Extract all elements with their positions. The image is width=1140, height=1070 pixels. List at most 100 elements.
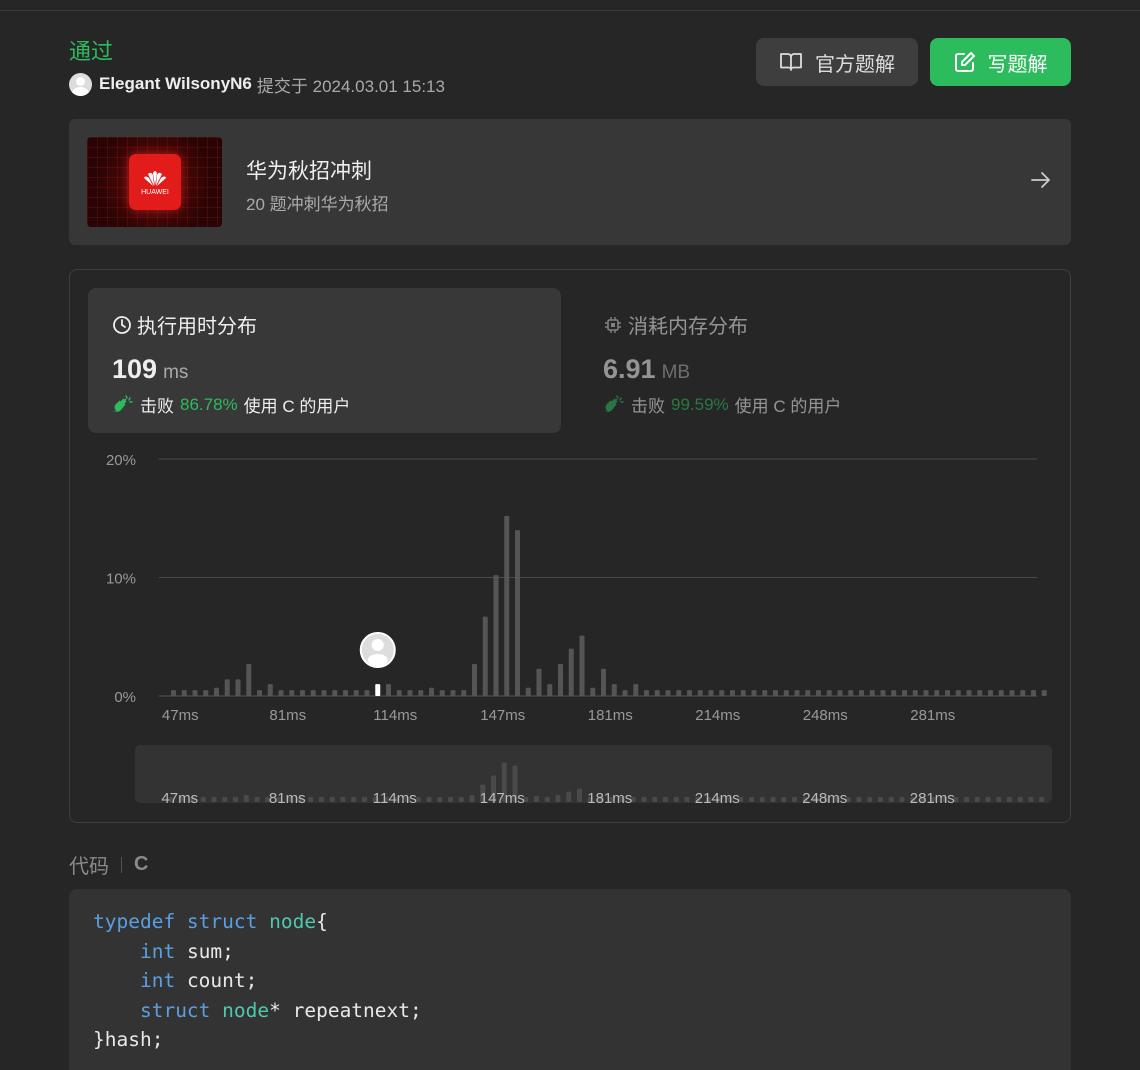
chart-bar[interactable] [611, 684, 617, 696]
chart-bar[interactable] [1009, 690, 1015, 696]
chart-bar[interactable] [353, 690, 359, 696]
chart-bar[interactable] [665, 690, 671, 696]
chart-bar[interactable] [708, 690, 714, 696]
chart-bar[interactable] [558, 664, 563, 696]
chart-bar[interactable] [278, 690, 284, 696]
chart-bar[interactable] [945, 690, 950, 696]
chart-bar[interactable] [590, 687, 596, 696]
chart-bar[interactable] [1020, 690, 1026, 696]
chart-bar[interactable] [579, 635, 585, 696]
chart-bar[interactable] [955, 690, 961, 696]
chart-bar[interactable] [816, 690, 821, 696]
chart-bar[interactable] [246, 664, 252, 696]
chart-bar[interactable] [859, 690, 864, 696]
chart-bar[interactable] [762, 690, 768, 696]
user-avatar-marker[interactable] [359, 632, 396, 668]
chart-bar[interactable] [730, 690, 735, 696]
chart-bar[interactable] [869, 690, 875, 696]
official-solution-button[interactable]: 官方题解 [756, 38, 918, 86]
chart-bar[interactable] [988, 690, 993, 696]
chart-bar[interactable] [805, 690, 811, 696]
chart-bar[interactable] [300, 690, 305, 696]
chart-bar[interactable] [525, 687, 531, 696]
chart-bar[interactable] [418, 690, 424, 696]
chart-bar[interactable] [794, 690, 800, 696]
username-link[interactable]: Elegant WilsonyN6 [99, 74, 252, 94]
chart-bar[interactable] [203, 690, 209, 696]
chart-bar[interactable] [504, 515, 510, 696]
chart-bar[interactable] [482, 616, 488, 696]
chart-bar[interactable] [687, 690, 692, 696]
chart-bar[interactable] [719, 690, 725, 696]
chart-bar[interactable] [783, 690, 789, 696]
chart-bar[interactable] [171, 690, 176, 696]
chart-bar[interactable] [654, 690, 660, 696]
chart-bar[interactable] [224, 679, 230, 696]
chart-bar[interactable] [407, 690, 413, 696]
chart-bar[interactable] [622, 690, 628, 696]
chart-bar[interactable] [536, 668, 542, 696]
chart-bar[interactable] [891, 690, 897, 696]
chart-bar[interactable] [880, 690, 886, 696]
mini-bar [663, 797, 668, 802]
chart-bar[interactable] [676, 690, 682, 696]
chart-bar[interactable] [547, 684, 553, 696]
chart-bar[interactable] [826, 690, 832, 696]
chart-bar[interactable] [912, 690, 918, 696]
chart-bar[interactable] [321, 690, 327, 696]
chart-bar[interactable] [568, 648, 574, 696]
highlight-bar[interactable] [375, 684, 381, 696]
chart-bar[interactable] [461, 690, 467, 696]
chart-bar[interactable] [923, 690, 929, 696]
chart-bar[interactable] [837, 690, 843, 696]
chart-bar[interactable] [181, 690, 187, 696]
mini-bar [200, 797, 206, 802]
chart-bar[interactable] [332, 690, 338, 696]
chart-bar[interactable] [310, 690, 316, 696]
x-tick-label: 281ms [910, 707, 955, 724]
chart-bar[interactable] [343, 690, 348, 696]
mini-bar [426, 797, 432, 802]
study-plan-card[interactable]: HUAWEI 华为秋招冲刺 20 题冲刺华为秋招 [69, 119, 1071, 245]
chart-bar[interactable] [386, 684, 391, 696]
chart-bar[interactable] [214, 687, 219, 696]
chart-bar[interactable] [751, 690, 757, 696]
chart-bar[interactable] [450, 690, 456, 696]
chart-bar[interactable] [289, 690, 295, 696]
chart-bar[interactable] [644, 690, 649, 696]
write-solution-button[interactable]: 写题解 [930, 38, 1071, 86]
chart-bar[interactable] [740, 690, 746, 696]
mini-bar [985, 797, 991, 802]
chart-bar[interactable] [977, 690, 983, 696]
chart-bar[interactable] [902, 690, 907, 696]
chart-bar[interactable] [934, 690, 940, 696]
chart-bar[interactable] [515, 530, 520, 696]
chart-bar[interactable] [439, 690, 445, 696]
arrow-right-icon[interactable] [1030, 170, 1052, 190]
chart-bar[interactable] [848, 690, 854, 696]
chart-bar[interactable] [966, 690, 972, 696]
chart-bar[interactable] [1041, 690, 1047, 696]
chart-bar[interactable] [998, 690, 1004, 696]
mini-bar [964, 797, 969, 802]
chart-bar[interactable] [257, 690, 262, 696]
chart-bar[interactable] [697, 690, 703, 696]
chart-bar[interactable] [472, 664, 477, 696]
submission-status: 通过 [69, 39, 114, 64]
chart-bar[interactable] [235, 679, 241, 696]
code-line: typedef struct node{ [93, 910, 328, 933]
chart-bar[interactable] [601, 668, 606, 696]
mini-bar [555, 794, 561, 802]
chart-bar[interactable] [633, 684, 639, 696]
chart-bar[interactable] [1031, 690, 1036, 696]
mini-bar [867, 797, 873, 802]
chart-bar[interactable] [493, 575, 499, 696]
flower-icon [144, 170, 166, 186]
chart-bar[interactable] [267, 684, 273, 696]
chart-bar[interactable] [429, 687, 434, 696]
chart-bar[interactable] [192, 690, 198, 696]
chart-bar[interactable] [773, 690, 778, 696]
chart-bar[interactable] [396, 690, 402, 696]
chart-bar[interactable] [364, 690, 370, 696]
avatar[interactable] [69, 72, 92, 96]
